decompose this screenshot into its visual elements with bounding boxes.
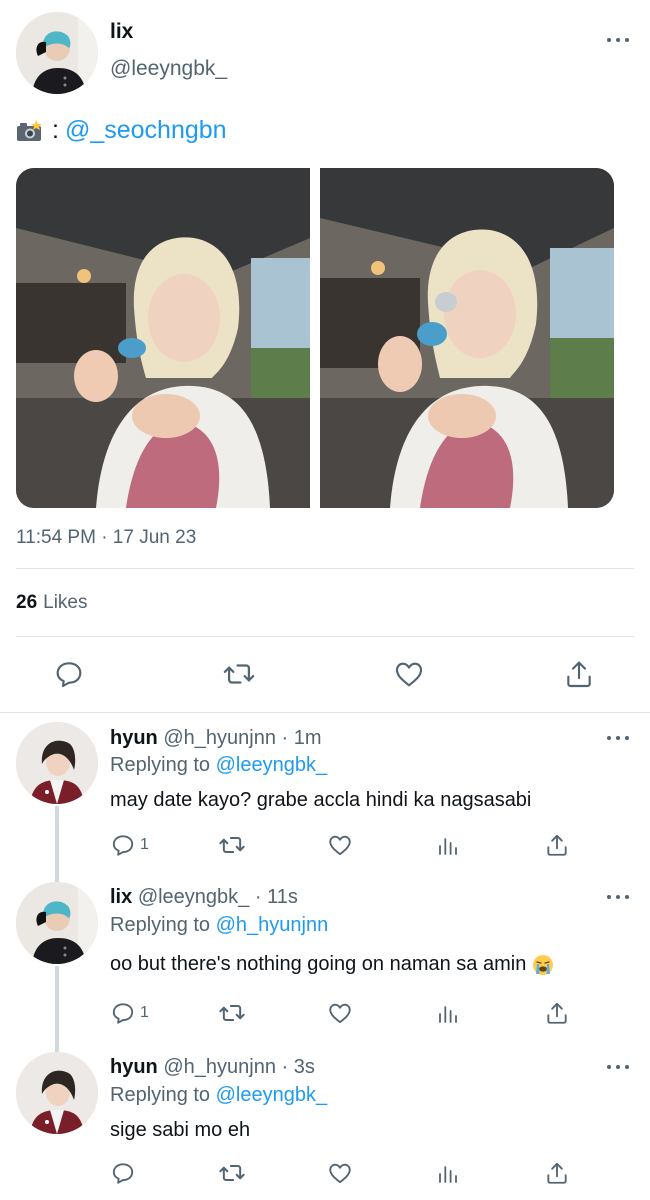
retweet-icon	[219, 837, 245, 853]
reply-action-bar: 1	[0, 998, 650, 1028]
reply-time[interactable]: · 11s	[255, 886, 298, 908]
reply-author-handle[interactable]: @leeyngbk_	[138, 886, 249, 908]
like-button[interactable]	[327, 830, 353, 860]
reply-text: sige sabi mo eh	[110, 1119, 250, 1142]
heart-icon	[395, 662, 423, 687]
avatar[interactable]	[16, 722, 98, 804]
tweet-colon: :	[52, 116, 59, 144]
retweet-button[interactable]	[218, 998, 246, 1028]
reply-icon	[56, 662, 82, 688]
replying-to-link[interactable]: @h_hyunjnn	[216, 914, 329, 936]
replying-to-link[interactable]: @leeyngbk_	[216, 754, 327, 776]
more-options-icon[interactable]	[607, 36, 629, 44]
avatar[interactable]	[16, 1052, 98, 1134]
retweet-button[interactable]	[218, 830, 246, 860]
reply-author-name[interactable]: hyun	[110, 1056, 158, 1078]
reply-text: oo but there's nothing going on naman sa…	[110, 953, 554, 976]
reply-count: 1	[140, 836, 149, 853]
analytics-button[interactable]	[436, 1158, 460, 1188]
reply-count: 1	[140, 1004, 149, 1021]
share-icon	[567, 661, 591, 688]
heart-icon	[329, 1003, 351, 1024]
heart-icon	[329, 1163, 351, 1184]
author-name[interactable]: lix	[110, 20, 133, 44]
reply-body: oo but there's nothing going on naman sa…	[110, 953, 527, 975]
main-tweet: lix @leeyngbk_ : @_seochngbn 11:54 PM · …	[0, 0, 650, 712]
analytics-icon	[439, 838, 457, 855]
more-options-icon[interactable]	[607, 1063, 629, 1071]
reply-time[interactable]: · 3s	[282, 1056, 315, 1078]
retweet-icon	[219, 1165, 245, 1181]
reply-icon	[112, 835, 134, 856]
author-handle[interactable]: @leeyngbk_	[110, 57, 227, 81]
reply-author-handle[interactable]: @h_hyunjnn	[163, 1056, 276, 1078]
reply-button[interactable]	[110, 1158, 136, 1188]
like-button[interactable]	[327, 998, 353, 1028]
reply-author-name[interactable]: lix	[110, 886, 132, 908]
share-button[interactable]	[544, 1158, 570, 1188]
analytics-icon	[439, 1166, 457, 1183]
analytics-button[interactable]	[436, 830, 460, 860]
replying-to-link[interactable]: @leeyngbk_	[216, 1084, 327, 1106]
reply-button[interactable]: 1	[110, 830, 149, 860]
tweet-timestamp[interactable]: 11:54 PM · 17 Jun 23	[16, 527, 196, 549]
reply-header: lix @leeyngbk_ · 11s	[110, 886, 298, 909]
heart-icon	[329, 835, 351, 856]
analytics-icon	[439, 1006, 457, 1023]
reply-body: may date kayo? grabe accla hindi ka nags…	[110, 789, 532, 811]
avatar[interactable]	[16, 882, 98, 964]
reply-header: hyun @h_hyunjnn · 3s	[110, 1056, 315, 1079]
replying-to: Replying to @leeyngbk_	[110, 1084, 327, 1107]
reply-button[interactable]	[51, 656, 87, 692]
retweet-icon	[223, 664, 255, 684]
tweet-action-bar	[0, 656, 650, 696]
share-icon	[547, 834, 567, 856]
likes-count[interactable]: 26 Likes	[16, 592, 88, 614]
share-icon	[547, 1002, 567, 1024]
retweet-icon	[219, 1005, 245, 1021]
retweet-button[interactable]	[218, 1158, 246, 1188]
divider	[16, 568, 634, 569]
tweet-text: : @_seochngbn	[16, 116, 227, 145]
reply-author-handle[interactable]: @h_hyunjnn	[163, 727, 276, 749]
reply-time[interactable]: · 1m	[282, 727, 322, 749]
like-button[interactable]	[391, 656, 427, 692]
more-options-icon[interactable]	[607, 893, 629, 901]
replying-to-label: Replying to	[110, 914, 211, 936]
reply-header: hyun @h_hyunjnn · 1m	[110, 727, 322, 750]
likes-number: 26	[16, 592, 38, 613]
replying-to-label: Replying to	[110, 1084, 211, 1106]
replying-to: Replying to @h_hyunjnn	[110, 914, 328, 937]
camera-flash-icon	[17, 119, 42, 141]
share-button[interactable]	[544, 830, 570, 860]
loudly-crying-face-icon	[533, 954, 554, 975]
likes-label: Likes	[43, 592, 88, 613]
reply-author-name[interactable]: hyun	[110, 727, 158, 749]
replying-to: Replying to @leeyngbk_	[110, 754, 327, 777]
avatar[interactable]	[16, 12, 98, 94]
share-button[interactable]	[544, 998, 570, 1028]
reply-action-bar: 1	[0, 830, 650, 860]
reply-body: sige sabi mo eh	[110, 1119, 251, 1141]
replying-to-label: Replying to	[110, 754, 211, 776]
reply-text: may date kayo? grabe accla hindi ka nags…	[110, 789, 531, 812]
tweet-photo-2[interactable]	[320, 168, 614, 508]
reply-icon	[112, 1163, 134, 1184]
mention-link[interactable]: @_seochngbn	[65, 116, 227, 145]
reply-action-bar	[0, 1158, 650, 1188]
analytics-button[interactable]	[436, 998, 460, 1028]
retweet-button[interactable]	[221, 656, 257, 692]
like-button[interactable]	[327, 1158, 353, 1188]
tweet-photo-1[interactable]	[16, 168, 310, 508]
reply-button[interactable]: 1	[110, 998, 149, 1028]
share-button[interactable]	[561, 656, 597, 692]
reply-icon	[112, 1003, 134, 1024]
divider	[0, 712, 650, 713]
photo-grid	[16, 168, 614, 508]
more-options-icon[interactable]	[607, 734, 629, 742]
divider	[16, 636, 634, 637]
share-icon	[547, 1162, 567, 1184]
